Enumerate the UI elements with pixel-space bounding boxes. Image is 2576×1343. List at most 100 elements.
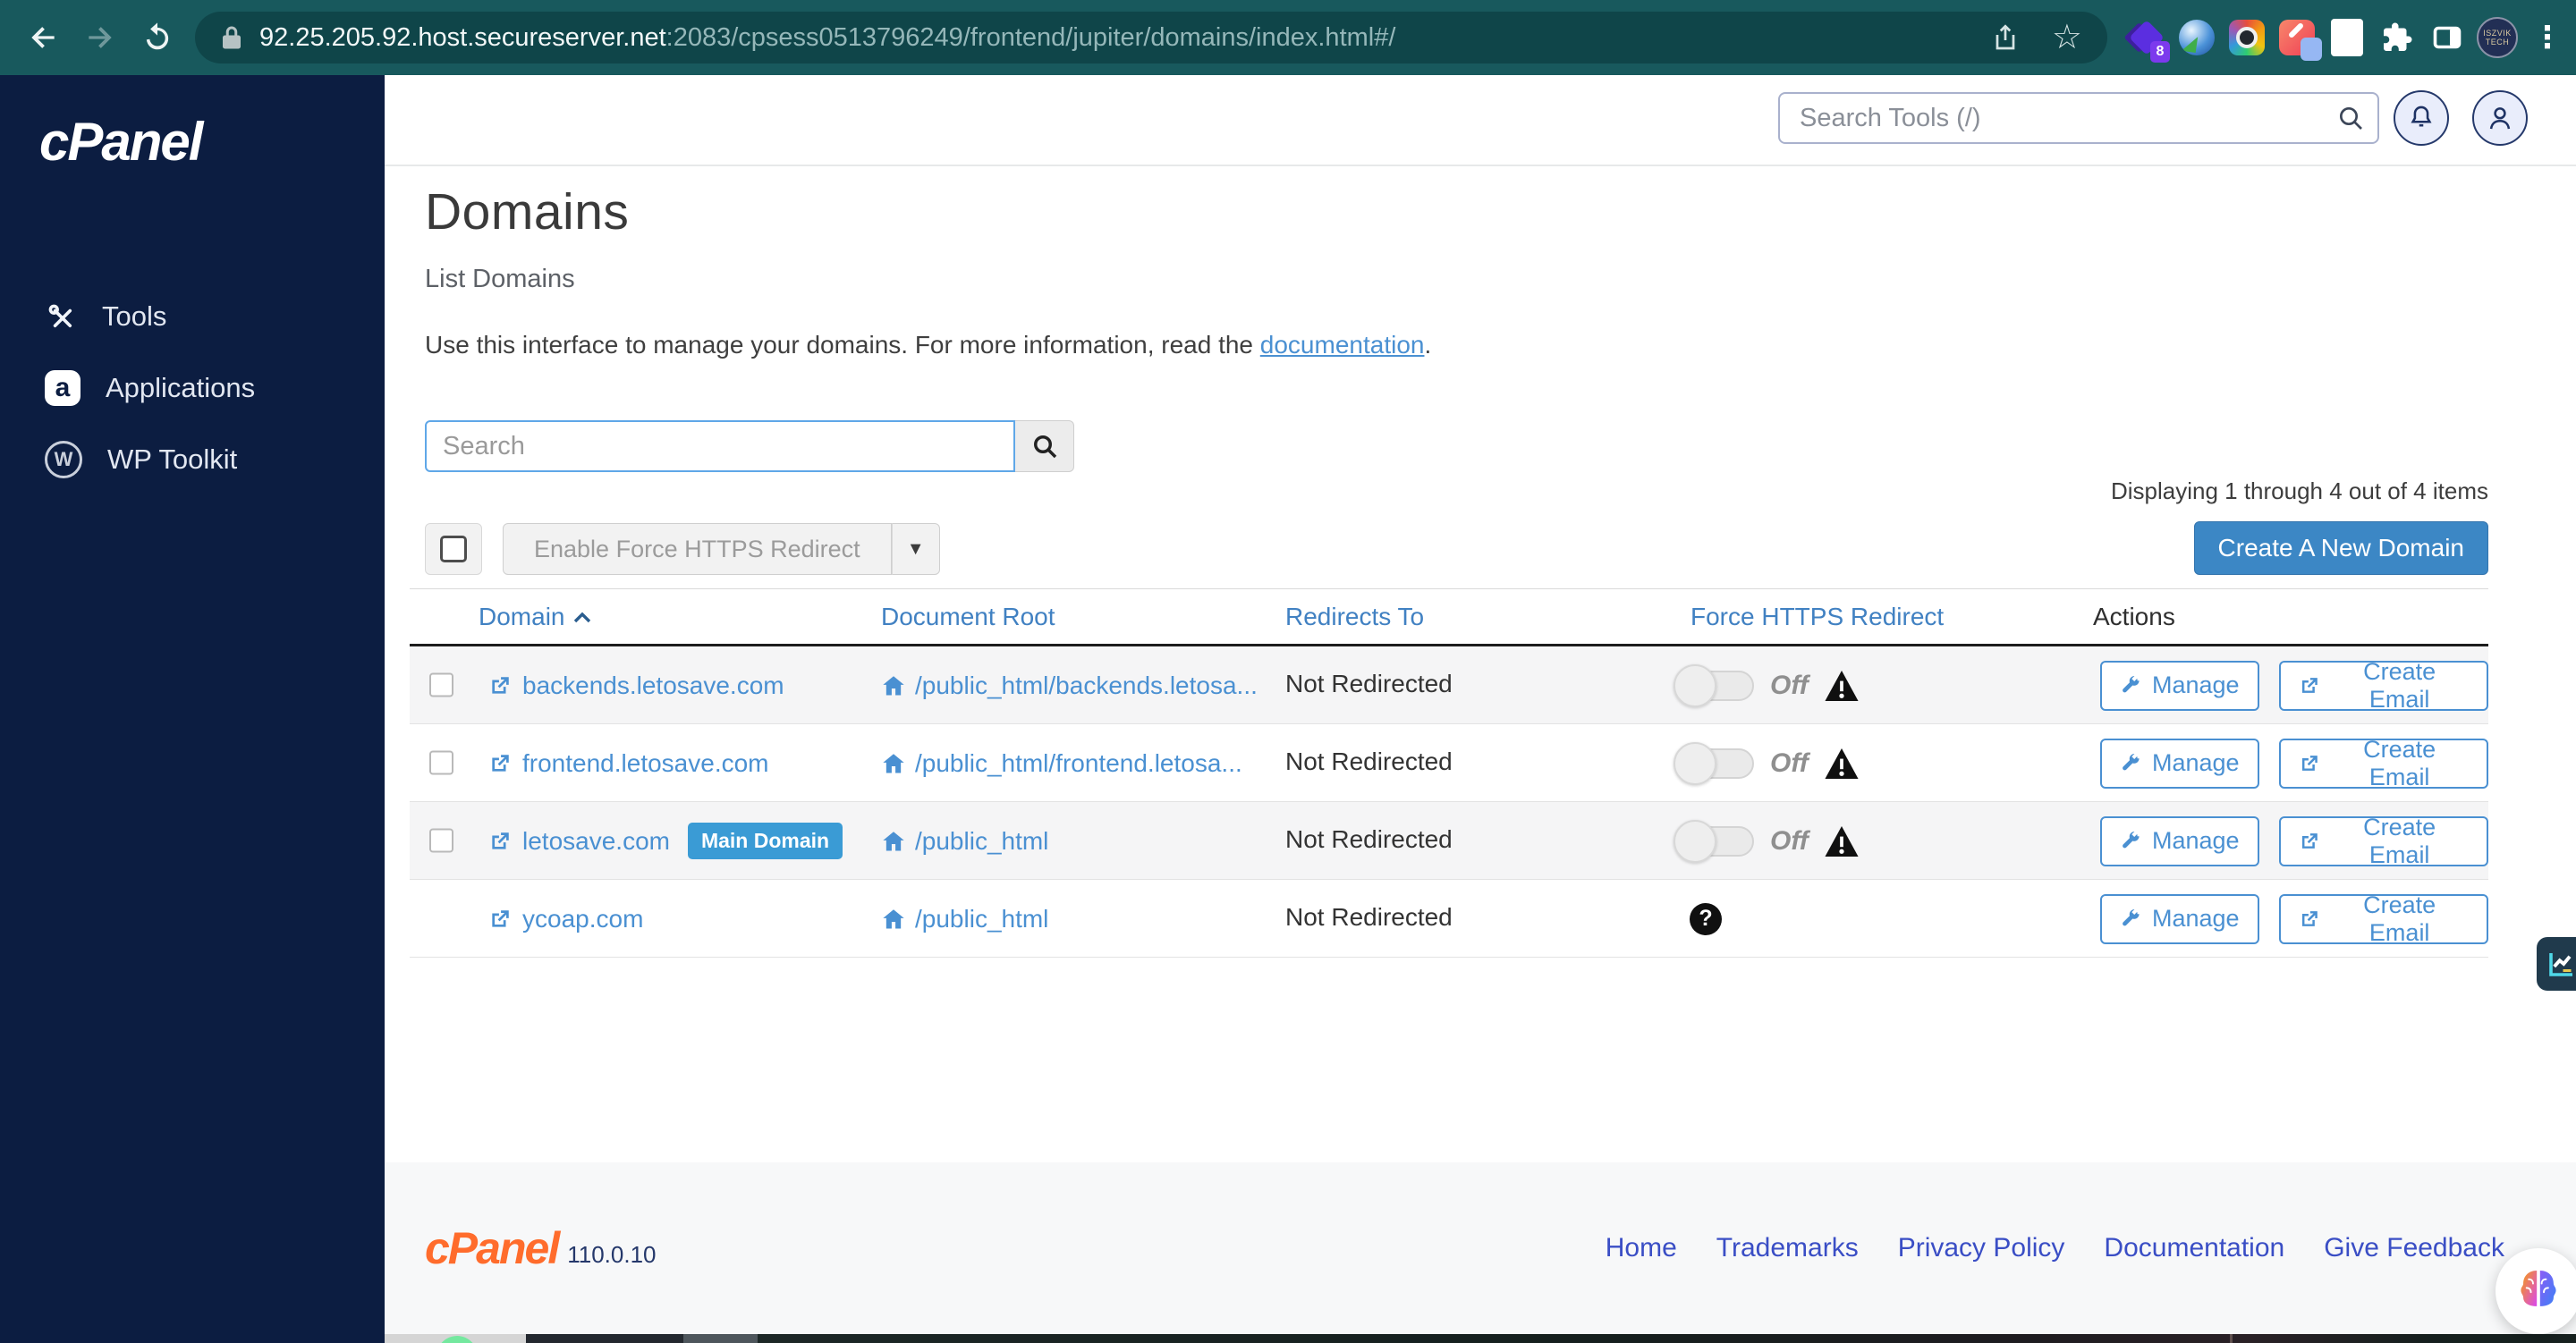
table-row: letosave.com Main Domain /public_html No… (410, 802, 2488, 880)
sidebar-item-applications[interactable]: a Applications (0, 352, 385, 424)
reload-button[interactable] (129, 9, 186, 66)
bell-icon (2411, 106, 2432, 127)
extensions-puzzle-button[interactable] (2372, 0, 2422, 75)
select-all-checkbox[interactable] (440, 536, 467, 562)
search-icon[interactable] (2336, 104, 2365, 132)
https-toggle[interactable] (1674, 819, 1754, 863)
domain-cell: ycoap.com (488, 880, 643, 958)
sort-asc-icon (574, 612, 591, 622)
manage-button[interactable]: Manage (2100, 738, 2259, 789)
manage-button-label: Manage (2152, 749, 2240, 776)
puzzle-icon (2384, 22, 2412, 51)
domain-link[interactable]: ycoap.com (522, 905, 643, 933)
app-header (385, 75, 2576, 166)
page-footer: cPanel 110.0.10 Home Trademarks Privacy Po… (385, 1162, 2576, 1334)
create-email-button[interactable]: Create Email (2278, 814, 2488, 868)
avatar: ISZVIK TECH (2477, 17, 2518, 58)
extension-doc-icon[interactable] (2322, 0, 2372, 75)
side-panel-icon (2433, 26, 2462, 49)
bulk-dropdown-button[interactable]: ▼ (891, 523, 940, 575)
share-icon[interactable] (1989, 21, 2021, 54)
https-toggle[interactable] (1674, 663, 1754, 707)
url-host: 92.25.205.92.host.secureserver.net (259, 22, 666, 52)
manage-button[interactable]: Manage (2100, 660, 2259, 711)
warning-icon[interactable] (1825, 670, 1859, 701)
external-link-icon (2301, 755, 2318, 771)
back-button[interactable] (14, 9, 72, 66)
create-email-button[interactable]: Create Email (2278, 891, 2488, 946)
address-bar[interactable]: 92.25.205.92.host.secureserver.net:2083/… (195, 12, 2107, 63)
browser-menu-button[interactable]: ⋮ (2522, 0, 2572, 75)
strip-segment (526, 1334, 683, 1343)
extension-lens-icon[interactable] (2222, 0, 2272, 75)
documentation-link[interactable]: documentation (1260, 331, 1425, 359)
manage-button-label: Manage (2152, 905, 2240, 932)
tools-search-input[interactable] (1778, 92, 2379, 144)
header-redirects-to[interactable]: Redirects To (1285, 603, 1424, 631)
row-checkbox[interactable] (429, 750, 453, 775)
extension-diamond-icon[interactable]: 8 (2122, 0, 2172, 75)
omnibox-actions: ☆ (1989, 21, 2082, 55)
row-checkbox[interactable] (429, 672, 453, 697)
row-checkbox[interactable] (429, 828, 453, 853)
domain-search-input[interactable] (425, 420, 1015, 472)
extension-idm-icon[interactable] (2172, 0, 2222, 75)
bulk-action: Enable Force HTTPS Redirect ▼ (503, 523, 940, 575)
https-off-label: Off (1770, 748, 1809, 778)
url-path: :2083/cpsess0513796249/frontend/jupiter/… (665, 22, 1396, 52)
create-email-button[interactable]: Create Email (2278, 735, 2488, 790)
wrench-icon (2123, 908, 2140, 925)
https-toggle[interactable] (1674, 741, 1754, 785)
external-link-icon (492, 676, 509, 694)
manage-button[interactable]: Manage (2100, 815, 2259, 866)
manage-button[interactable]: Manage (2100, 893, 2259, 944)
account-button[interactable] (2472, 90, 2528, 146)
create-email-button-label: Create Email (2363, 891, 2436, 946)
create-domain-button[interactable]: Create A New Domain (2193, 521, 2488, 575)
sidebar-item-label: Applications (106, 372, 256, 403)
sidebar-item-tools[interactable]: Tools (0, 281, 385, 352)
side-panel-button[interactable] (2422, 0, 2472, 75)
bookmark-star-icon[interactable]: ☆ (2052, 21, 2082, 55)
sidebar-item-wp-toolkit[interactable]: W WP Toolkit (0, 424, 385, 495)
domain-link[interactable]: letosave.com (522, 827, 670, 856)
extension-colorpicker-icon[interactable] (2272, 0, 2322, 75)
footer-link[interactable]: Home (1606, 1233, 1677, 1263)
domain-link[interactable]: frontend.letosave.com (522, 749, 769, 778)
create-email-button-label: Create Email (2363, 735, 2436, 790)
assistant-widget[interactable] (2496, 1248, 2576, 1334)
header-force-https[interactable]: Force HTTPS Redirect (1690, 603, 1944, 631)
notifications-button[interactable] (2394, 90, 2449, 146)
create-email-button[interactable]: Create Email (2278, 658, 2488, 713)
domain-link[interactable]: backends.letosave.com (522, 672, 784, 700)
footer-link[interactable]: Privacy Policy (1898, 1233, 2065, 1263)
lock-icon (223, 26, 241, 49)
footer-link[interactable]: Trademarks (1716, 1233, 1859, 1263)
warning-icon[interactable] (1825, 825, 1859, 857)
cpanel-footer-logo[interactable]: cPanel (425, 1222, 560, 1274)
kebab-menu-icon: ⋮ (2532, 21, 2563, 55)
doc-root-link[interactable]: /public_html/backends.letosa... (915, 672, 1258, 700)
header-label: Document Root (881, 602, 1055, 630)
bulk-https-button[interactable]: Enable Force HTTPS Redirect (503, 523, 892, 575)
footer-link[interactable]: Documentation (2104, 1233, 2284, 1263)
profile-avatar[interactable]: ISZVIK TECH (2472, 0, 2522, 75)
doc-root-link[interactable]: /public_html (915, 905, 1048, 933)
browser-nav-buttons (14, 0, 186, 75)
warning-icon[interactable] (1825, 748, 1859, 779)
doc-root-link[interactable]: /public_html/frontend.letosa... (915, 749, 1242, 778)
domain-search-button[interactable] (1015, 420, 1074, 472)
unknown-https-icon[interactable]: ? (1690, 902, 1722, 935)
doc-root-link[interactable]: /public_html (915, 827, 1048, 856)
forward-button[interactable] (72, 9, 129, 66)
strip-green-dot (436, 1336, 478, 1343)
stats-side-tab[interactable] (2537, 937, 2576, 991)
doc-root-cell: /public_html (881, 880, 1048, 958)
actions-cell: Manage Create Email (2100, 880, 2488, 958)
doc-root-cell: /public_html (881, 802, 1048, 880)
header-domain[interactable]: Domain (479, 603, 591, 631)
cpanel-logo[interactable]: cPanel (39, 111, 203, 173)
https-cell: Off (1674, 724, 1859, 802)
footer-link[interactable]: Give Feedback (2324, 1233, 2504, 1263)
header-document-root[interactable]: Document Root (881, 603, 1055, 631)
